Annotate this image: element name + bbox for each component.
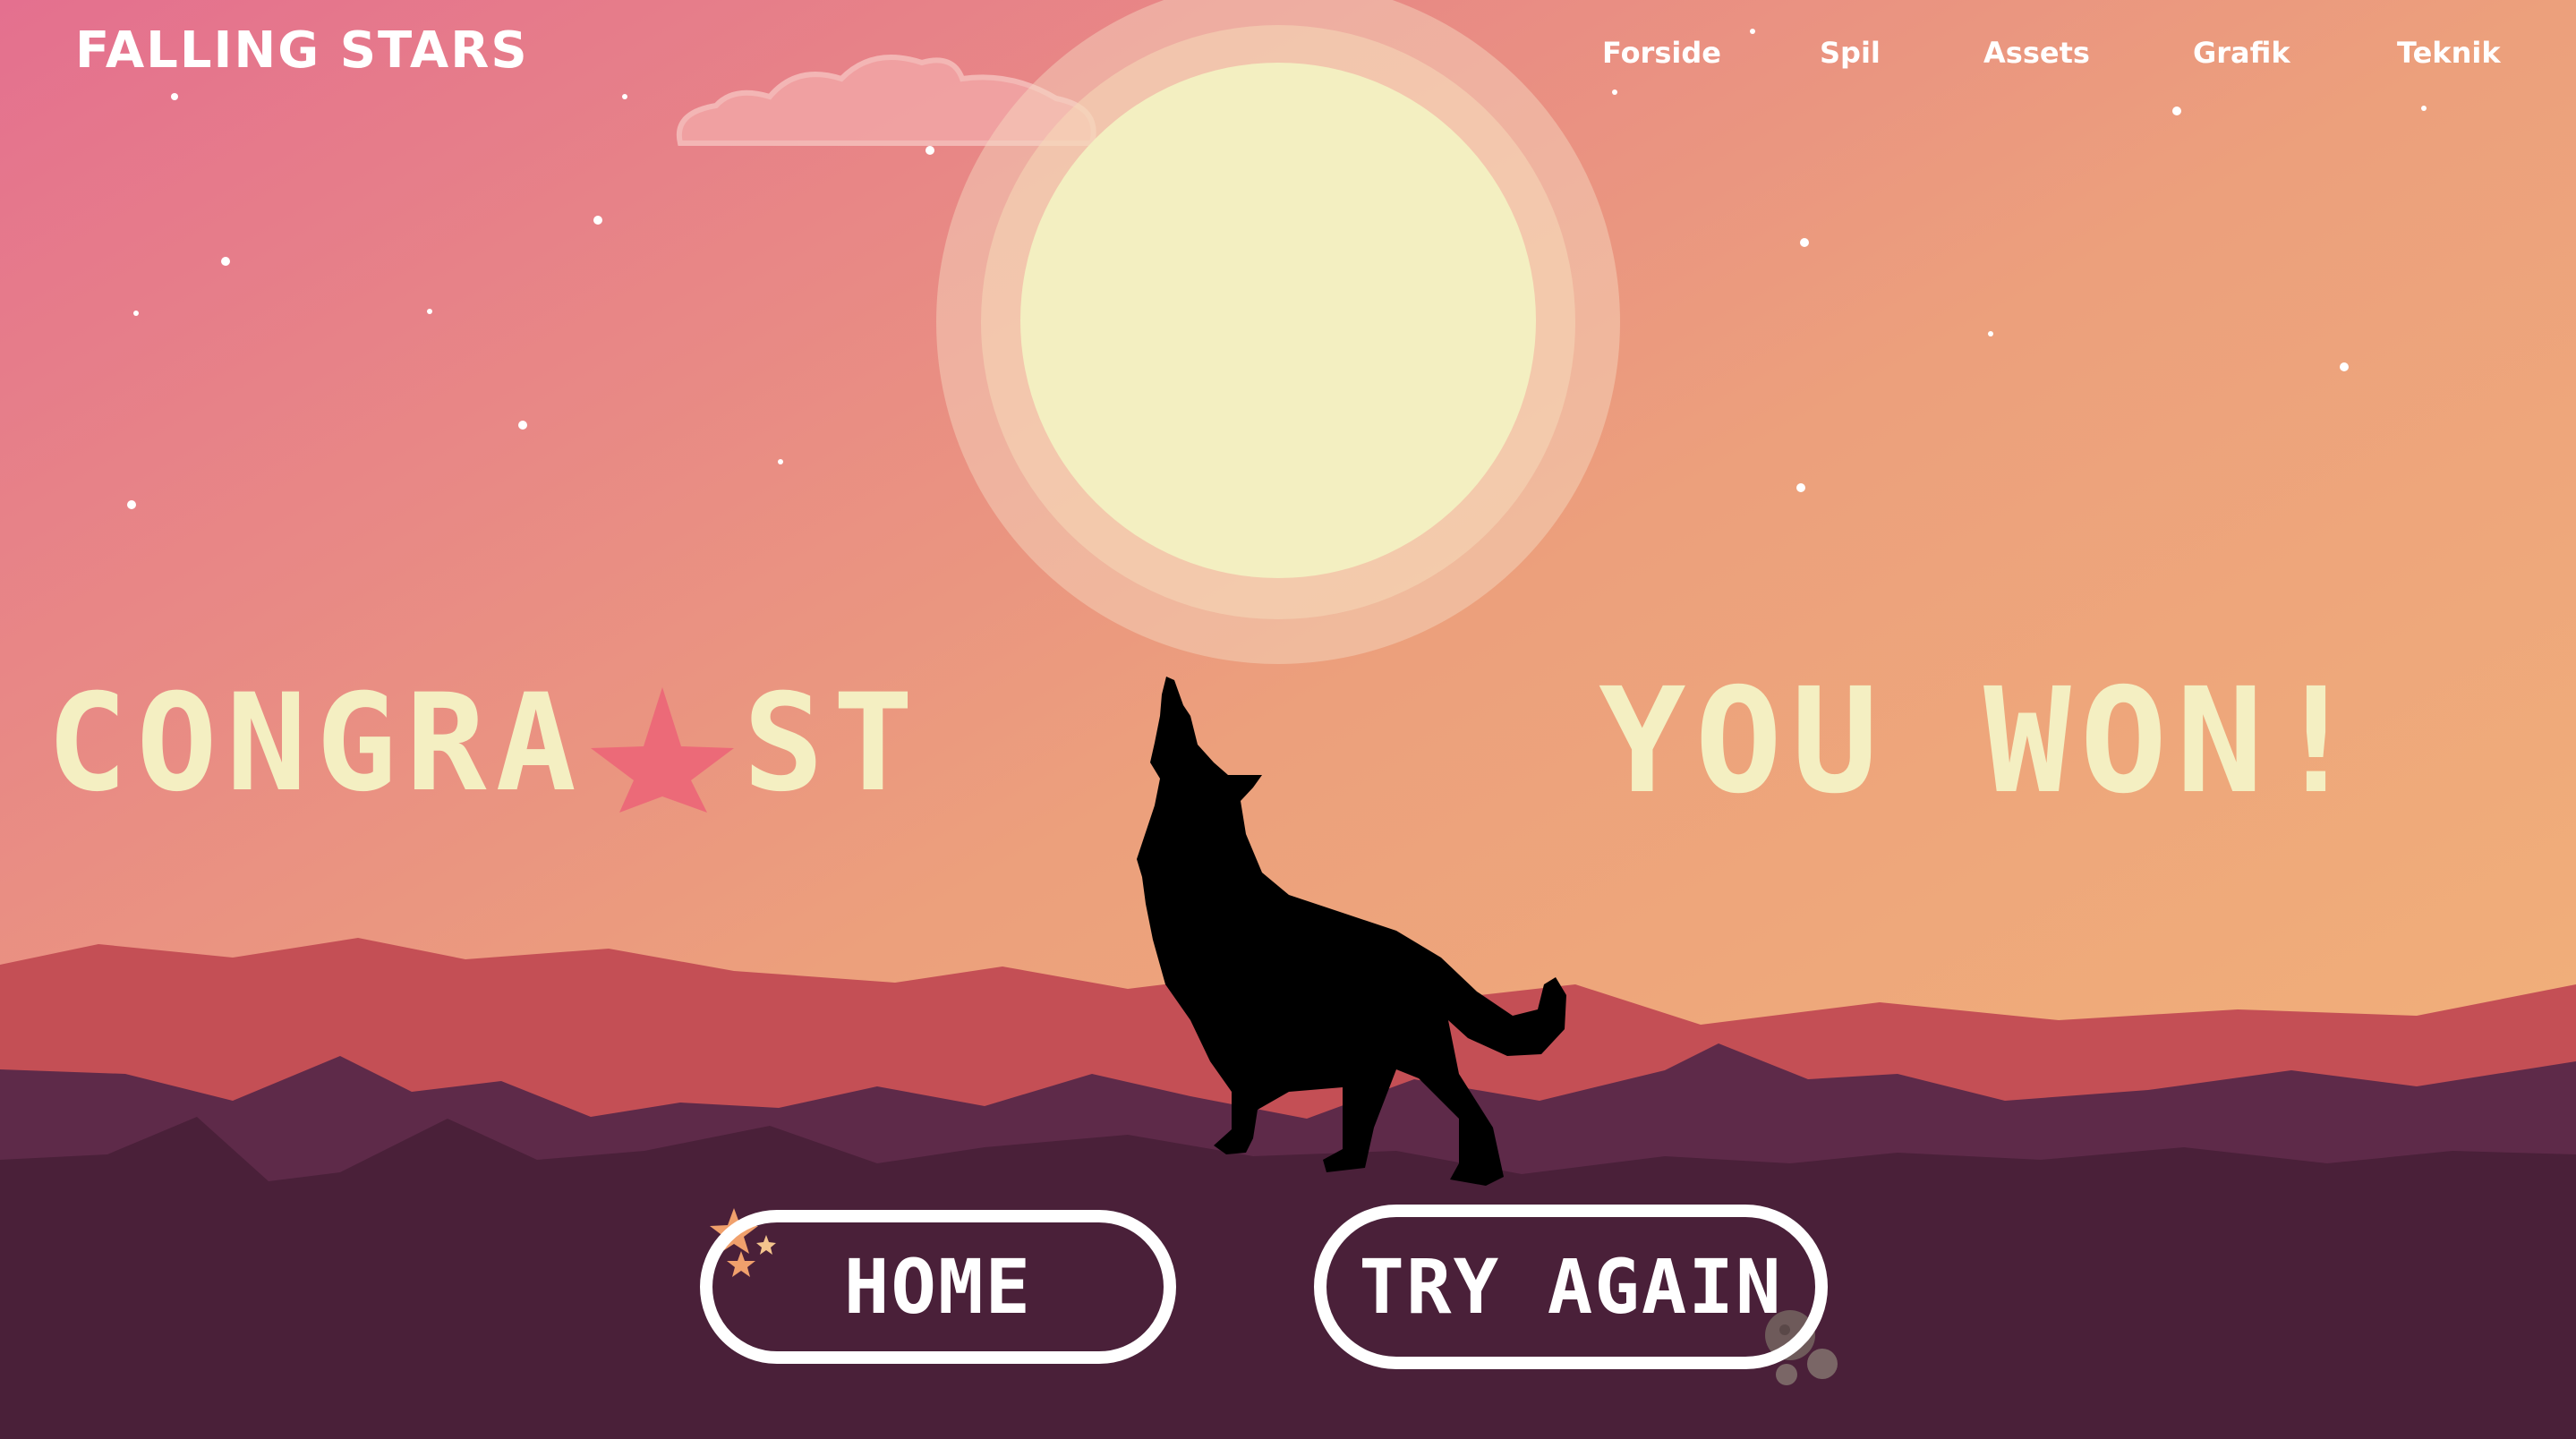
nav-item-teknik[interactable]: Teknik <box>2397 36 2501 70</box>
home-button[interactable]: HOME <box>700 1210 1176 1364</box>
nav-item-assets[interactable]: Assets <box>1983 36 2090 70</box>
headline-congrats-part2: ST <box>743 666 923 822</box>
ground <box>0 1117 2576 1439</box>
nav-item-grafik[interactable]: Grafik <box>2193 36 2290 70</box>
headline-you-won: YOU WON! <box>1599 658 2369 826</box>
try-again-button-label: TRY AGAIN <box>1359 1243 1783 1331</box>
try-again-button[interactable]: TRY AGAIN <box>1314 1205 1828 1369</box>
moon-icon <box>936 0 1620 664</box>
brand-title[interactable]: FALLING STARS <box>75 21 529 80</box>
nav-item-spil[interactable]: Spil <box>1820 36 1881 70</box>
nav-item-forside[interactable]: Forside <box>1602 36 1721 70</box>
headline-congrats-part1: CONGRA <box>47 666 585 822</box>
home-button-label: HOME <box>843 1243 1033 1331</box>
